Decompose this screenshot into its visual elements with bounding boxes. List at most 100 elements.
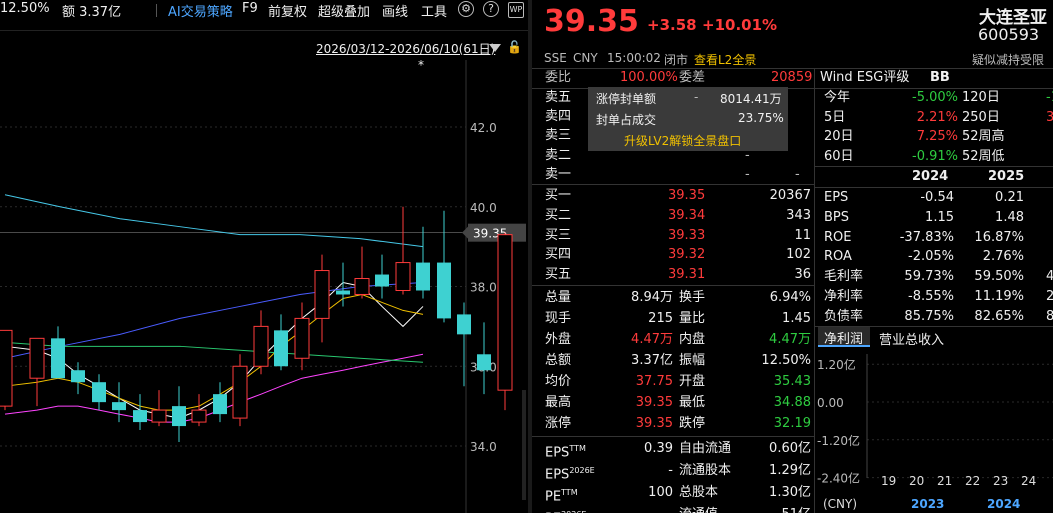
sell-row[interactable]: 卖五 — [545, 88, 815, 108]
fin-label: EPS — [824, 190, 849, 205]
f9-button[interactable]: F9 — [242, 1, 258, 16]
stat-label: 内盘 — [679, 332, 706, 347]
sell-row[interactable]: 卖三 — [545, 126, 815, 146]
fin-label: ROE — [824, 229, 852, 245]
stat-value: 12.50% — [761, 353, 811, 368]
buy-level-label: 买二 — [545, 207, 572, 223]
chevron-down-icon[interactable] — [489, 44, 501, 52]
tab-net-profit-label: 净利润 — [824, 332, 864, 347]
stat-label: 总额 — [545, 353, 572, 368]
fin-value-2024: 1.15 — [925, 209, 954, 225]
buy-row[interactable]: 买四 39.32 102 — [545, 245, 815, 265]
performance-label: 20日 — [824, 129, 854, 144]
buy-row[interactable]: 买二 39.34 343 — [545, 206, 815, 226]
sell-row[interactable]: 卖二 - — [545, 146, 815, 166]
kline-chart[interactable]: 12.50% 额 3.37亿 AI交易策略 F9 前复权 超级叠加 画线 工具 … — [0, 0, 528, 513]
fin-row: 毛利率 59.73% 59.50% 4 — [824, 267, 1053, 287]
fin-value-2025: 82.65% — [974, 308, 1024, 324]
candle-body-up — [497, 234, 513, 391]
stat-value: 4.47万 — [769, 332, 811, 347]
candle-body-down — [457, 314, 471, 335]
weicha-value: 20859 — [771, 70, 813, 85]
fin-row: EPS -0.54 0.21 — [824, 188, 1053, 208]
fin-value-2025: 1.48 — [995, 209, 1024, 225]
fundamental-row: EPS2026E - 流通股本 1.29亿 — [545, 461, 815, 482]
mini-x-tick: 21 — [937, 474, 952, 488]
mini-x-tick: 22 — [965, 474, 980, 488]
candle-body-down — [213, 394, 227, 415]
stat-label: 振幅 — [679, 353, 706, 368]
buy-level-label: 买一 — [545, 188, 572, 203]
tab-revenue[interactable]: 营业总收入 — [879, 329, 944, 348]
stat-row: 总量 8.94万 换手 6.94% — [545, 288, 815, 308]
quote-panel: 39.35 +3.58 +10.01% 大连圣亚 600593 SSE CNY … — [532, 0, 1053, 513]
fin-row: 净利率 -8.55% 11.19% 2 — [824, 287, 1053, 307]
buy-row[interactable]: 买三 39.33 11 — [545, 226, 815, 246]
candle-body-down — [375, 274, 389, 287]
help-icon[interactable]: ? — [483, 1, 499, 17]
stat-row: 现手 215 量比 1.45 — [545, 309, 815, 329]
weibi-row: 委比 100.00% 委差 20859 — [545, 68, 815, 88]
ai-strategy-button[interactable]: AI交易策略 — [168, 1, 233, 20]
candle-body-down — [437, 262, 451, 319]
candle-body-down — [112, 402, 126, 411]
toolbar-divider-line — [0, 30, 528, 31]
buy-volume: 20367 — [769, 188, 811, 203]
performance-label: 52周低 — [962, 148, 1005, 164]
candle-body-up — [395, 262, 411, 291]
stat-label: 最低 — [679, 395, 706, 410]
candle-body-down — [133, 410, 147, 423]
amount-text: 额 3.37亿 — [62, 5, 122, 20]
date-range[interactable]: 2026/03/12-2026/06/10(61日) — [316, 40, 495, 57]
buy-row[interactable]: 买一 39.35 20367 — [545, 186, 815, 206]
fundamental-label: 总股本 — [679, 485, 719, 500]
fin-value-2025: 59.50% — [974, 269, 1024, 285]
price-tag-pointer — [462, 226, 468, 239]
performance-label: 120日 — [962, 90, 1000, 105]
fundamental-label: 流通值 — [679, 505, 718, 513]
fin-label: 毛利率 — [824, 269, 864, 285]
weicha-label: 委差 — [679, 70, 706, 85]
buy-level-label: 买三 — [545, 227, 572, 243]
sell-level-label: 卖一 — [545, 166, 572, 182]
performance-value: -5.00% — [912, 90, 958, 105]
sell-volume: - — [795, 166, 800, 182]
sell-price: - — [745, 147, 750, 163]
sell-level-label: 卖三 — [545, 128, 572, 144]
gear-icon[interactable]: ⚙ — [458, 1, 474, 17]
performance-value: -0.91% — [912, 148, 958, 164]
candle-body-down — [51, 338, 65, 379]
draw-line-button[interactable]: 画线 — [382, 1, 408, 20]
fin-value-2024: -2.05% — [908, 249, 954, 265]
profit-bar-chart: 1.20亿 0.00 -1.20亿 -2.40亿 19 20 21 22 23 24 (CNY) 20… — [817, 354, 1053, 511]
lock-icon[interactable]: 🔓 — [507, 40, 522, 54]
candle-body-up — [0, 329, 13, 407]
performance-row: 60日 -0.91% 52周低 — [824, 147, 1053, 167]
candle-body-up — [151, 409, 167, 423]
y-tick-label: 42.0 — [470, 121, 497, 135]
tab-net-profit[interactable]: 净利润 — [818, 327, 870, 347]
buy-level-label: 买四 — [545, 247, 572, 263]
overlay-button[interactable]: 超级叠加 — [318, 1, 370, 20]
web-icon[interactable]: WP — [508, 2, 524, 18]
fin-year-1: 2024 — [912, 169, 949, 184]
mini-y-tick: 0.00 — [817, 396, 844, 410]
fin-label: BPS — [824, 209, 850, 225]
sell-price: - — [745, 166, 750, 182]
adjust-button[interactable]: 前复权 — [268, 1, 307, 20]
buy-volume: 102 — [786, 247, 811, 263]
fundamental-label-sup: TTM — [569, 444, 586, 453]
buy-volume: 11 — [794, 227, 811, 243]
sell-row[interactable]: 卖四 — [545, 107, 815, 127]
performance-value: 3 — [1046, 109, 1053, 125]
buy-row[interactable]: 买五 39.31 36 — [545, 265, 815, 285]
tools-button[interactable]: 工具 — [421, 1, 447, 20]
stat-value: 39.35 — [635, 416, 673, 431]
l2-link[interactable]: 查看L2全景 — [694, 51, 756, 68]
esg-label: Wind ESG评级 — [820, 70, 910, 85]
buy-price: 39.34 — [668, 207, 706, 223]
performance-value: 2.21% — [916, 109, 958, 125]
stat-label: 换手 — [679, 290, 706, 305]
fundamental-label-sup: TTM — [561, 488, 578, 497]
sell-row[interactable]: 卖一 - - — [545, 165, 815, 185]
